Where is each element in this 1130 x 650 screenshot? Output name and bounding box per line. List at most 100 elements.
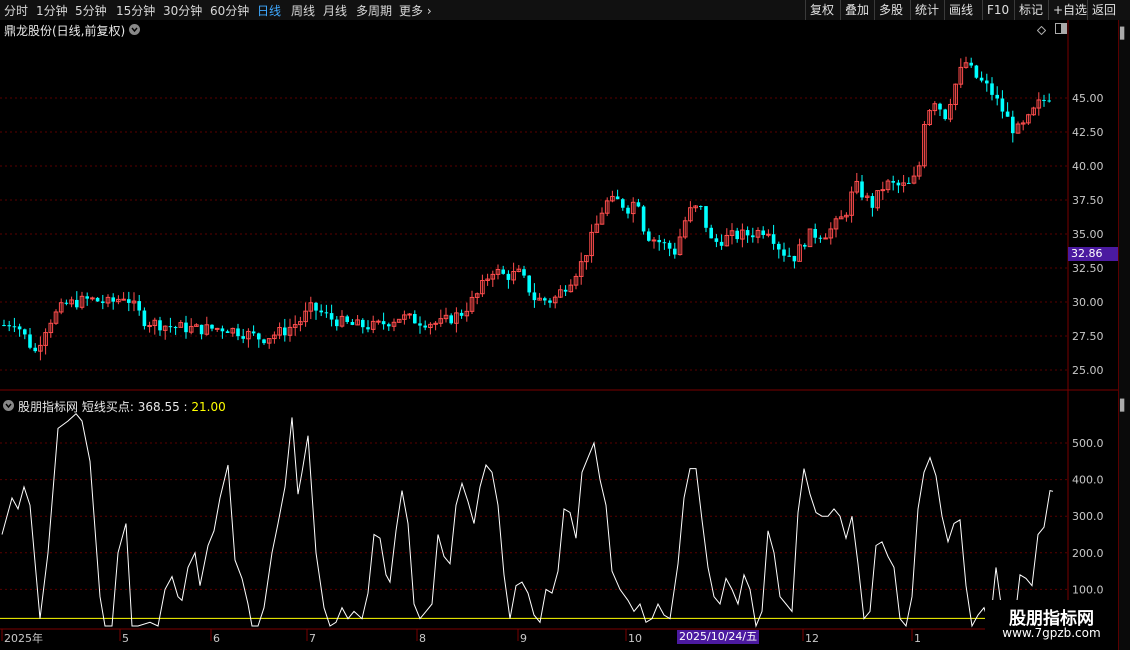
candle-body xyxy=(1000,98,1005,112)
candle-body xyxy=(673,248,677,255)
candle-body xyxy=(735,230,739,240)
y-tick-label: 45.00 xyxy=(1072,92,1104,105)
candle-body xyxy=(943,109,947,120)
period-monthly[interactable]: 月线 xyxy=(323,2,347,19)
right-sidebar[interactable]: ▌ ▌ xyxy=(1118,20,1130,650)
indicator-value-2: 21.00 xyxy=(191,400,226,414)
candle-body xyxy=(158,320,162,331)
candle-body xyxy=(225,331,230,333)
candle-body xyxy=(17,326,22,330)
candle-body xyxy=(90,297,95,300)
chevron-down-icon[interactable] xyxy=(3,400,14,411)
period-60min[interactable]: 60分钟 xyxy=(210,2,249,19)
candle-body xyxy=(137,301,141,311)
y-tick-label: 30.00 xyxy=(1072,296,1104,309)
back-button[interactable]: 返回 xyxy=(1087,0,1120,20)
add-watchlist-button[interactable]: +自选 xyxy=(1048,0,1091,20)
candle-body xyxy=(501,269,505,274)
candle-body xyxy=(641,206,646,232)
candle-body xyxy=(880,189,886,192)
candle-body xyxy=(210,324,214,329)
period-multi[interactable]: 多周期 xyxy=(356,2,392,19)
period-15min[interactable]: 15分钟 xyxy=(116,2,155,19)
candle-body xyxy=(111,297,115,302)
period-weekly[interactable]: 周线 xyxy=(291,2,315,19)
candle-body xyxy=(366,327,370,330)
candle-body xyxy=(657,239,661,243)
period-1min[interactable]: 1分钟 xyxy=(36,2,68,19)
more-button[interactable]: 更多 › xyxy=(399,2,432,19)
candle-body xyxy=(506,273,511,280)
candle-body xyxy=(12,326,17,328)
candle-body xyxy=(621,199,625,208)
candle-body xyxy=(173,327,178,329)
candle-body xyxy=(714,238,719,242)
candle-body xyxy=(719,241,724,246)
f10-button[interactable]: F10 xyxy=(982,0,1013,20)
candle-body xyxy=(1005,111,1010,117)
candle-body xyxy=(527,275,531,293)
candle-body xyxy=(147,325,152,328)
x-tick-label: 1 xyxy=(914,632,921,645)
candle-body xyxy=(860,181,864,198)
x-tick-label: 6 xyxy=(213,632,220,645)
chevron-down-icon[interactable] xyxy=(129,24,140,35)
candle-body xyxy=(792,255,797,262)
candle-body xyxy=(709,227,713,239)
x-tick-label: 7 xyxy=(309,632,316,645)
chart-canvas[interactable]: 45.00 42.50 40.00 37.50 35.00 32.50 30.00 27.50… xyxy=(0,20,1118,650)
y-tick-label: 25.00 xyxy=(1072,364,1104,377)
candle-body xyxy=(329,313,334,320)
period-daily[interactable]: 日线 xyxy=(257,2,281,19)
diamond-icon[interactable] xyxy=(1036,24,1047,36)
window-icon[interactable] xyxy=(1055,23,1067,34)
candle-body xyxy=(667,242,672,249)
y-tick-label: 100.0 xyxy=(1072,583,1104,596)
indicator-name: 股朋指标网 xyxy=(18,400,79,414)
candle-body xyxy=(33,347,37,352)
candle-body xyxy=(532,292,537,301)
candle-body xyxy=(214,327,220,330)
draw-button[interactable]: 画线 xyxy=(944,0,977,20)
candle-body xyxy=(647,231,651,241)
candle-body xyxy=(28,334,32,348)
candle-body xyxy=(745,230,750,236)
candle-body xyxy=(938,103,942,110)
candle-body xyxy=(563,289,568,292)
candle-body xyxy=(787,255,791,257)
y-tick-label: 35.00 xyxy=(1072,228,1104,241)
candle-body xyxy=(324,312,329,314)
candle-body xyxy=(168,326,173,328)
candle-body xyxy=(907,182,911,184)
candle-body xyxy=(1011,116,1015,134)
candle-body xyxy=(459,312,464,316)
stock-title: 鼎龙股份(日线,前复权) xyxy=(4,24,126,38)
candle-body xyxy=(283,327,287,336)
indicator-value-1: 368.55 xyxy=(137,400,180,414)
candle-body xyxy=(803,244,807,247)
period-5min[interactable]: 5分钟 xyxy=(75,2,107,19)
candle-body xyxy=(777,243,781,250)
indicator-title: 股朋指标网 短线买点: 368.55 : 21.00 xyxy=(18,398,226,415)
candle-body xyxy=(85,296,89,299)
candle-body xyxy=(127,299,131,303)
mark-button[interactable]: 标记 xyxy=(1014,0,1047,20)
candle-body xyxy=(522,269,526,276)
candle-body xyxy=(345,316,349,323)
fuquan-button[interactable]: 复权 xyxy=(805,0,838,20)
chevron-right-icon: › xyxy=(423,4,432,18)
multi-stock-button[interactable]: 多股 xyxy=(874,0,907,20)
candle-body xyxy=(823,237,828,240)
period-fenshi[interactable]: 分时 xyxy=(4,2,28,19)
more-label: 更多 xyxy=(399,4,424,18)
x-tick-label: 8 xyxy=(419,632,426,645)
candle-body xyxy=(985,80,989,84)
candle-body xyxy=(615,196,620,200)
overlay-button[interactable]: 叠加 xyxy=(840,0,873,20)
y-tick-label: 500.0 xyxy=(1072,437,1104,450)
candle-body xyxy=(236,328,240,337)
stats-button[interactable]: 统计 xyxy=(910,0,943,20)
candle-body xyxy=(662,242,667,244)
period-30min[interactable]: 30分钟 xyxy=(163,2,202,19)
candle-body xyxy=(782,249,786,256)
